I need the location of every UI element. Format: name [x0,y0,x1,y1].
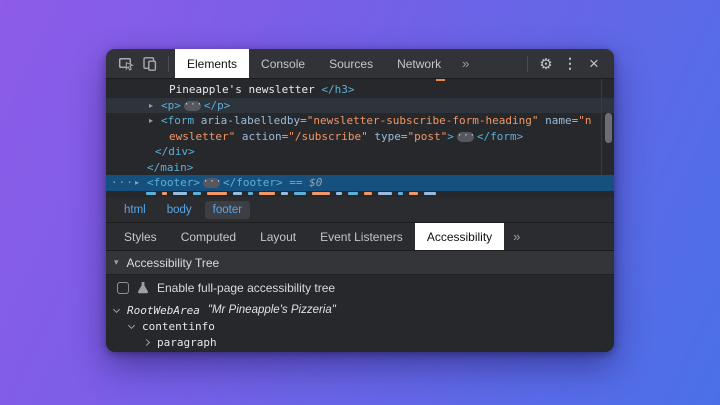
expand-arrow-icon[interactable]: ▸ [135,178,139,187]
chevron-right-icon[interactable] [143,338,150,345]
elements-tree-row[interactable]: ▸<footer></footer> == $0 [106,175,614,191]
collapsed-content-ellipsis-icon[interactable] [184,101,201,111]
toolbar-divider [527,56,528,72]
chevron-down-icon[interactable] [128,321,135,328]
more-menu-icon[interactable]: ⋮ [558,52,582,76]
scrollbar[interactable] [601,79,614,175]
a11y-node-name: "Mr Pineapple's Pizzeria" [208,304,336,316]
section-collapse-triangle-icon: ▾ [114,257,119,268]
enable-a11y-label: Enable full-page accessibility tree [157,281,335,295]
sidebar-tab-layout[interactable]: Layout [248,223,308,250]
experiment-flask-icon [137,281,149,294]
tab-elements[interactable]: Elements [175,49,249,78]
section-title: Accessibility Tree [127,256,220,270]
tab-sources[interactable]: Sources [317,49,385,78]
close-icon[interactable]: × [582,52,606,76]
scroll-position-marker [436,79,445,81]
sidebar-tab-styles[interactable]: Styles [112,223,169,250]
a11y-tree-node-rootwebarea[interactable]: RootWebArea "Mr Pineapple's Pizzeria" [106,302,614,318]
enable-a11y-row: Enable full-page accessibility tree [106,275,614,300]
toolbar-divider [168,56,169,72]
clipped-code-line [106,191,614,196]
a11y-tree-node-contentinfo[interactable]: contentinfo [106,318,614,334]
scrollbar-thumb[interactable] [605,113,612,143]
tab-network[interactable]: Network [385,49,453,78]
breadcrumb-item-body[interactable]: body [159,201,200,219]
elements-dom-tree: Pineapple's newsletter </h3>▸<p></p>▸<fo… [106,79,614,197]
sidebar-tab-accessibility[interactable]: Accessibility [415,223,504,250]
collapsed-content-ellipsis-icon[interactable] [203,178,220,188]
a11y-node-role: paragraph [157,336,217,349]
a11y-node-role: contentinfo [142,320,215,333]
enable-a11y-checkbox[interactable] [117,282,129,294]
chevron-down-icon[interactable] [113,305,120,312]
panel-tabs: ElementsConsoleSourcesNetwork» [175,49,478,78]
toolbar-right-icons: ⚙ ⋮ × [521,49,614,78]
accessibility-tree-section-header[interactable]: ▾ Accessibility Tree [106,251,614,275]
collapsed-content-ellipsis-icon[interactable] [457,132,474,142]
a11y-node-role: RootWebArea [127,304,200,317]
expand-arrow-icon[interactable]: ▸ [149,101,153,110]
sidebar-tab-computed[interactable]: Computed [169,223,248,250]
breadcrumb: html body footer [106,197,614,223]
desktop-background: ElementsConsoleSourcesNetwork» ⚙ ⋮ × Pin… [0,0,720,405]
device-toolbar-icon[interactable] [138,52,162,76]
expand-arrow-icon[interactable]: ▸ [149,116,153,125]
a11y-tree-node-paragraph[interactable]: paragraph [106,334,614,350]
elements-tree-row[interactable]: </main> [106,160,614,176]
devtools-window: ElementsConsoleSourcesNetwork» ⚙ ⋮ × Pin… [106,49,614,352]
elements-tree-row[interactable]: ▸<form aria-labelledby="newsletter-subsc… [106,113,614,129]
elements-tree-row[interactable]: ▸<p></p> [106,98,614,114]
row-actions-ellipsis-icon[interactable] [111,175,134,191]
inspect-element-icon[interactable] [114,52,138,76]
elements-tree-row[interactable]: Pineapple's newsletter </h3> [106,82,614,98]
code-line-content: <p></p> [106,99,230,112]
code-line-content: </div> [106,145,195,158]
elements-tree-row[interactable]: </div> [106,144,614,160]
sidebar-tab-overflow-chevron-icon[interactable]: » [504,223,529,250]
breadcrumb-item-footer[interactable]: footer [205,201,250,219]
code-line-content: <form aria-labelledby="newsletter-subscr… [106,114,592,127]
settings-gear-icon[interactable]: ⚙ [534,52,558,76]
elements-tree-row[interactable]: ewsletter" action="/subscribe" type="pos… [106,129,614,145]
code-line-content: </main> [106,161,193,174]
tab-overflow-chevron-icon[interactable]: » [453,49,478,78]
code-line-content: ewsletter" action="/subscribe" type="pos… [106,130,523,143]
devtools-toolbar: ElementsConsoleSourcesNetwork» ⚙ ⋮ × [106,49,614,79]
sidebar-tab-event-listeners[interactable]: Event Listeners [308,223,415,250]
breadcrumb-item-html[interactable]: html [116,201,154,219]
code-line-content: Pineapple's newsletter </h3> [106,83,354,96]
accessibility-tree: RootWebArea "Mr Pineapple's Pizzeria" cont… [106,300,614,352]
sidebar-tabs: StylesComputedLayoutEvent ListenersAcces… [106,223,614,251]
tab-console[interactable]: Console [249,49,317,78]
